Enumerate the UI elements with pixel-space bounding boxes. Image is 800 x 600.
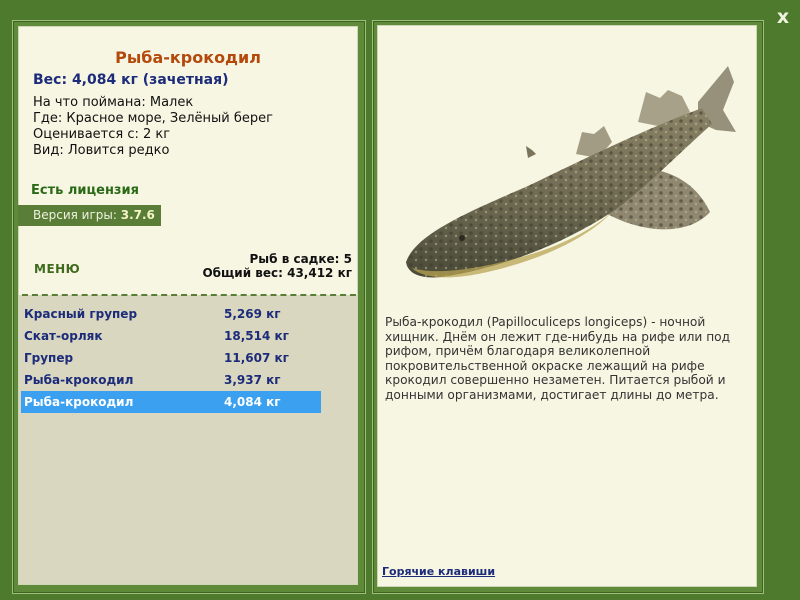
list-item[interactable]: Рыба-крокодил 4,084 кг [21,391,321,413]
catch-weight: 3,937 кг [224,373,281,387]
fish-details: На что поймана: Малек Где: Красное море,… [33,95,273,159]
menu-button[interactable]: МЕНЮ [34,262,80,276]
catch-weight: 11,607 кг [224,351,289,365]
list-item[interactable]: Рыба-крокодил 3,937 кг [21,369,321,391]
fish-description: Рыба-крокодил (Papilloculiceps longiceps… [385,315,731,402]
version-bar: Версия игры: 3.7.6 [18,205,161,226]
catch-name: Рыба-крокодил [24,373,134,387]
fish-image [406,66,736,278]
catch-name: Красный групер [24,307,138,321]
catch-list: Красный групер 5,269 кг Скат-орляк 18,514 … [21,303,321,413]
rarity-text: Вид: Ловится редко [33,143,170,158]
rated-from-text: Оценивается с: 2 кг [33,127,171,142]
catch-name: Групер [24,351,74,365]
catch-weight: 4,084 кг [224,395,281,409]
catch-weight: 5,269 кг [224,307,281,321]
divider [22,294,356,296]
list-item[interactable]: Красный групер 5,269 кг [21,303,321,325]
hotkeys-link[interactable]: Горячие клавиши [382,565,495,578]
keepnet-count: Рыб в садке: 5 [249,252,353,266]
keepnet-summary: Рыб в садке: 5 Общий вес: 43,412 кг [202,252,352,280]
catch-name: Скат-орляк [24,329,103,343]
fish-title: Рыба-крокодил [115,48,261,67]
catch-name: Рыба-крокодил [24,395,134,409]
keepnet-total-weight: Общий вес: 43,412 кг [202,266,352,280]
list-item[interactable]: Скат-орляк 18,514 кг [21,325,321,347]
license-status: Есть лицензия [31,183,139,198]
version-value: 3.7.6 [120,208,155,222]
close-button[interactable]: x [772,6,794,28]
caught-on-text: На что поймана: Малек [33,95,194,110]
location-text: Где: Красное море, Зелёный берег [33,111,273,126]
catch-weight: 18,514 кг [224,329,289,343]
version-label: Версия игры: [33,208,121,222]
fish-weight: Вес: 4,084 кг (зачетная) [33,72,229,88]
list-item[interactable]: Групер 11,607 кг [21,347,321,369]
